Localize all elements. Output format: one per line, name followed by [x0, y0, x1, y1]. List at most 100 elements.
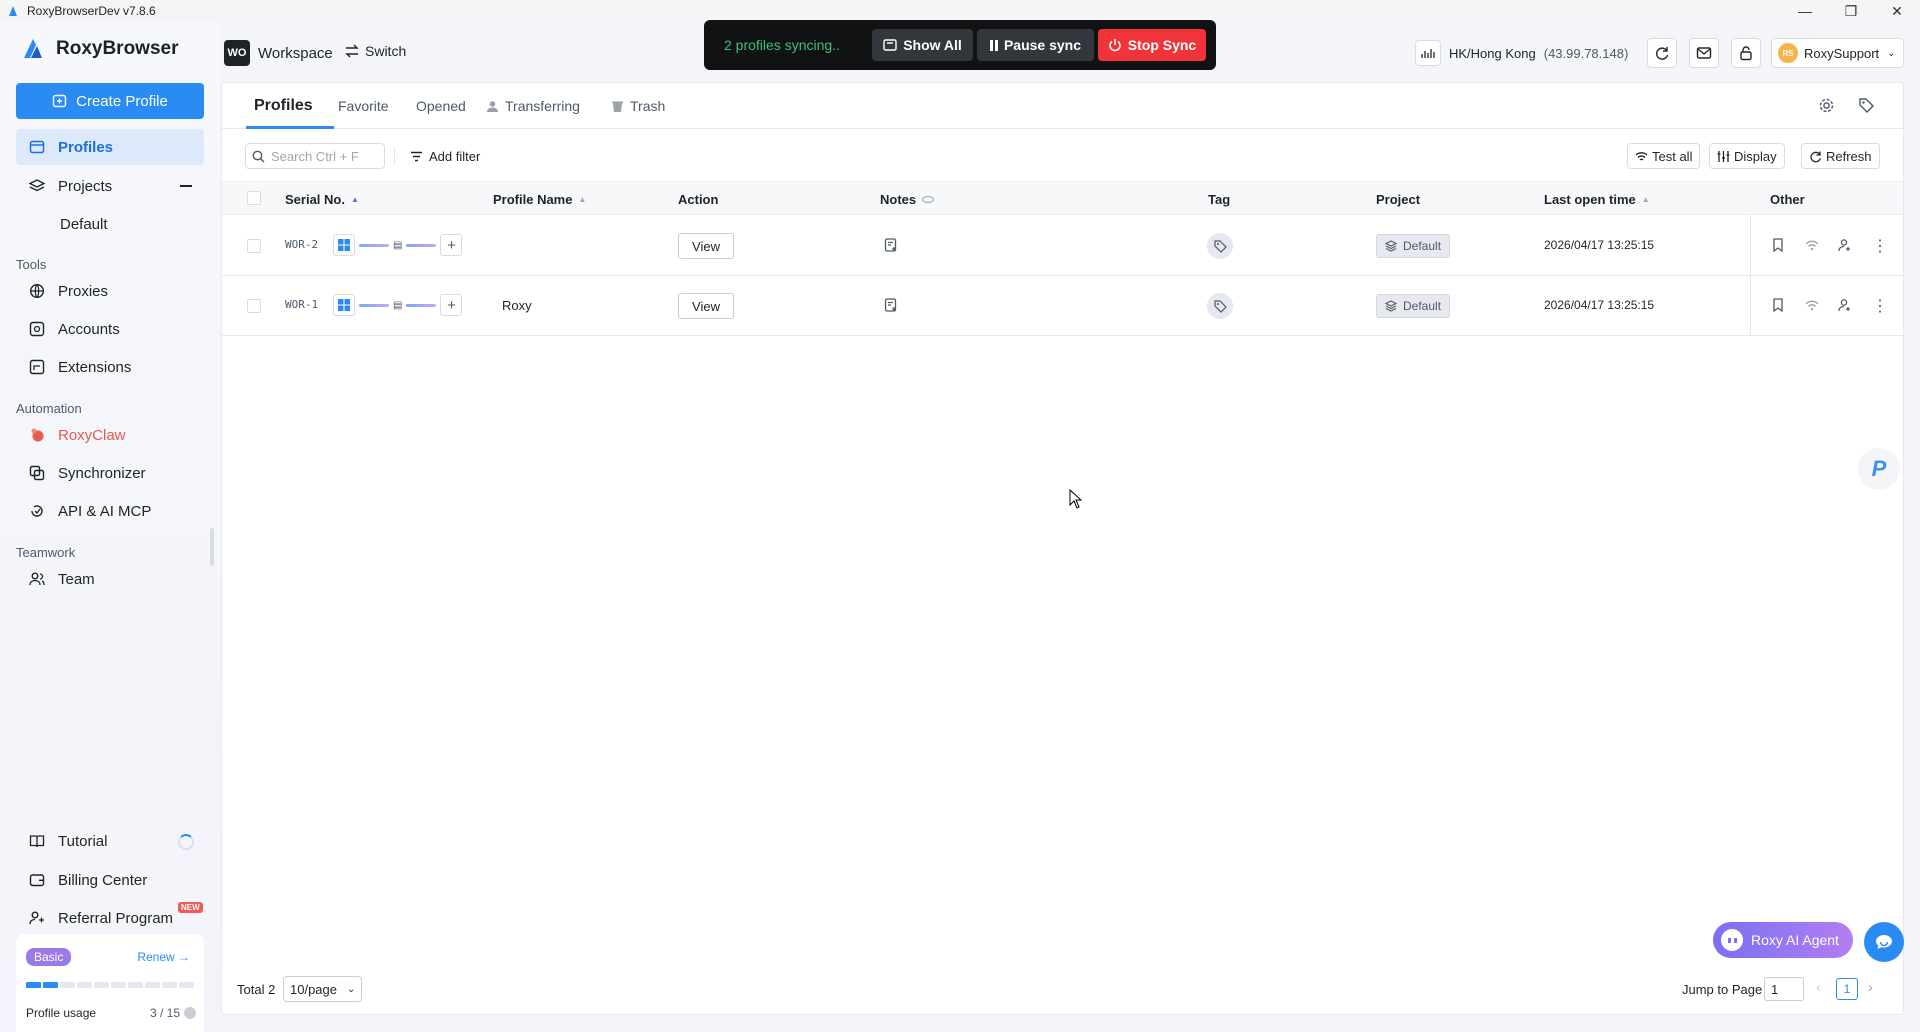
- pause-sync-button[interactable]: Pause sync: [977, 29, 1094, 61]
- sort-icon[interactable]: ▲︎: [351, 195, 359, 204]
- tab-transferring[interactable]: Transferring: [486, 98, 580, 114]
- sidebar-item-label: Projects: [58, 177, 113, 195]
- info-icon[interactable]: [184, 1007, 196, 1019]
- refresh-proxy-icon[interactable]: [1647, 38, 1677, 68]
- test-all-button[interactable]: Test all: [1627, 143, 1701, 169]
- profile-name[interactable]: Roxy: [502, 298, 532, 313]
- sidebar-item-tutorial[interactable]: Tutorial: [16, 823, 204, 859]
- brand: RoxyBrowser: [20, 36, 179, 62]
- sidebar-item-team[interactable]: Team: [16, 561, 204, 597]
- sidebar-item-label: Accounts: [58, 320, 120, 338]
- fingerprint-bar: [359, 303, 389, 307]
- sidebar-item-projects[interactable]: Projects: [16, 168, 204, 204]
- refresh-icon: [1810, 151, 1821, 162]
- section-teamwork: Teamwork: [16, 545, 76, 560]
- sidebar-item-profiles[interactable]: Profiles: [16, 129, 204, 165]
- workspace-selector[interactable]: WO Workspace: [224, 40, 333, 66]
- more-menu-icon[interactable]: ⋮: [1872, 236, 1888, 256]
- settings-gear-icon[interactable]: [1818, 97, 1835, 117]
- create-profile-icon: [52, 94, 67, 108]
- layers-icon: [1385, 240, 1397, 252]
- show-all-button[interactable]: Show All: [872, 29, 973, 61]
- sidebar-item-referral[interactable]: Referral Program: [16, 900, 204, 936]
- project-chip[interactable]: Default: [1376, 234, 1451, 258]
- view-button[interactable]: View: [678, 233, 734, 259]
- proxy-info[interactable]: HK/Hong Kong (43.99.78.148): [1415, 40, 1628, 66]
- tab-profiles[interactable]: Profiles: [254, 97, 313, 115]
- view-button[interactable]: View: [678, 293, 734, 319]
- share-user-icon[interactable]: [1838, 298, 1852, 312]
- sidebar-scrollbar[interactable]: [210, 528, 214, 566]
- profile-tabs: Profiles Favorite Opened Transferring Tr…: [222, 83, 1903, 129]
- select-all-checkbox[interactable]: [247, 191, 261, 205]
- tab-opened[interactable]: Opened: [416, 98, 466, 114]
- sidebar-item-api[interactable]: API & AI MCP: [16, 493, 204, 529]
- eye-icon[interactable]: [922, 196, 935, 203]
- refresh-button[interactable]: Refresh: [1801, 143, 1880, 169]
- notes-edit-icon[interactable]: [884, 238, 898, 252]
- roxy-ai-agent-button[interactable]: Roxy AI Agent: [1713, 922, 1853, 958]
- column-last-open[interactable]: Last open time ▲︎: [1544, 192, 1650, 207]
- tag-manager-icon[interactable]: [1858, 97, 1875, 117]
- create-profile-button[interactable]: Create Profile: [16, 83, 204, 119]
- user-menu-button[interactable]: RS RoxySupport ⌄: [1771, 38, 1904, 68]
- signal-icon[interactable]: [1805, 298, 1819, 312]
- tab-favorite[interactable]: Favorite: [338, 98, 389, 114]
- lock-icon[interactable]: [1731, 38, 1761, 68]
- more-menu-icon[interactable]: ⋮: [1872, 296, 1888, 316]
- share-user-icon[interactable]: [1838, 238, 1852, 252]
- chat-support-button[interactable]: [1864, 922, 1904, 962]
- sidebar-item-accounts[interactable]: Accounts: [16, 311, 204, 347]
- restore-button[interactable]: ❐: [1828, 0, 1874, 22]
- page-size-select[interactable]: 10/page ⌄: [283, 976, 362, 1002]
- sidebar-item-roxyclaw[interactable]: RoxyClaw: [16, 417, 204, 453]
- sidebar-item-default-project[interactable]: Default: [60, 216, 108, 233]
- switch-workspace-button[interactable]: Switch: [345, 43, 406, 59]
- row-checkbox[interactable]: [247, 239, 261, 253]
- next-page-icon[interactable]: ›: [1868, 979, 1873, 995]
- sidebar-item-extensions[interactable]: Extensions: [16, 349, 204, 385]
- mail-icon[interactable]: [1689, 38, 1719, 68]
- display-button[interactable]: Display: [1709, 143, 1785, 169]
- sidebar-item-synchronizer[interactable]: Synchronizer: [16, 455, 204, 491]
- bookmark-icon[interactable]: [1772, 238, 1784, 252]
- sort-icon[interactable]: ▲︎: [578, 195, 586, 204]
- paypal-p-icon[interactable]: P: [1858, 448, 1900, 490]
- row-checkbox[interactable]: [247, 299, 261, 313]
- sidebar-item-label: Profiles: [58, 138, 114, 156]
- tag-icon[interactable]: [1207, 233, 1233, 259]
- table-row[interactable]: WOR-2 ▤ + View Default 2026/04/17 13:25:…: [222, 216, 1903, 276]
- sidebar-item-proxies[interactable]: Proxies: [16, 273, 204, 309]
- section-tools: Tools: [16, 257, 47, 272]
- add-plus-icon[interactable]: +: [440, 294, 463, 316]
- chart-icon: ▤: [393, 239, 403, 251]
- table-row[interactable]: WOR-1 ▤ + Roxy View Default 2026/04/17 1…: [222, 276, 1903, 336]
- bookmark-icon[interactable]: [1772, 298, 1784, 312]
- add-plus-icon[interactable]: +: [440, 234, 463, 256]
- minimize-button[interactable]: —: [1782, 0, 1828, 22]
- column-profile-name[interactable]: Profile Name ▲︎: [493, 192, 586, 207]
- column-label: Profile Name: [493, 192, 573, 207]
- jump-to-page-input[interactable]: 1: [1764, 977, 1804, 1001]
- search-input[interactable]: Search Ctrl + F: [245, 143, 385, 169]
- stop-sync-button[interactable]: Stop Sync: [1098, 29, 1206, 61]
- page-1-button[interactable]: 1: [1836, 978, 1858, 1000]
- notes-edit-icon[interactable]: [884, 298, 898, 312]
- column-label: Serial No.: [285, 192, 345, 207]
- profile-usage-bar: [26, 982, 194, 988]
- renew-link[interactable]: Renew →: [137, 950, 190, 964]
- collapse-icon[interactable]: [180, 185, 192, 187]
- sidebar-item-billing[interactable]: Billing Center: [16, 862, 204, 898]
- column-serial[interactable]: Serial No. ▲︎: [285, 192, 359, 207]
- tag-icon[interactable]: [1207, 293, 1233, 319]
- close-window-button[interactable]: ✕: [1874, 0, 1920, 22]
- add-filter-button[interactable]: Add filter: [410, 149, 480, 164]
- project-chip[interactable]: Default: [1376, 294, 1451, 318]
- tab-trash[interactable]: Trash: [611, 98, 665, 114]
- create-profile-label: Create Profile: [76, 92, 168, 110]
- signal-icon[interactable]: [1805, 238, 1819, 252]
- usage-segment: [179, 982, 194, 988]
- prev-page-icon[interactable]: ‹: [1816, 979, 1821, 995]
- sort-icon[interactable]: ▲︎: [1642, 195, 1650, 204]
- page-size-value: 10/page: [290, 981, 337, 997]
